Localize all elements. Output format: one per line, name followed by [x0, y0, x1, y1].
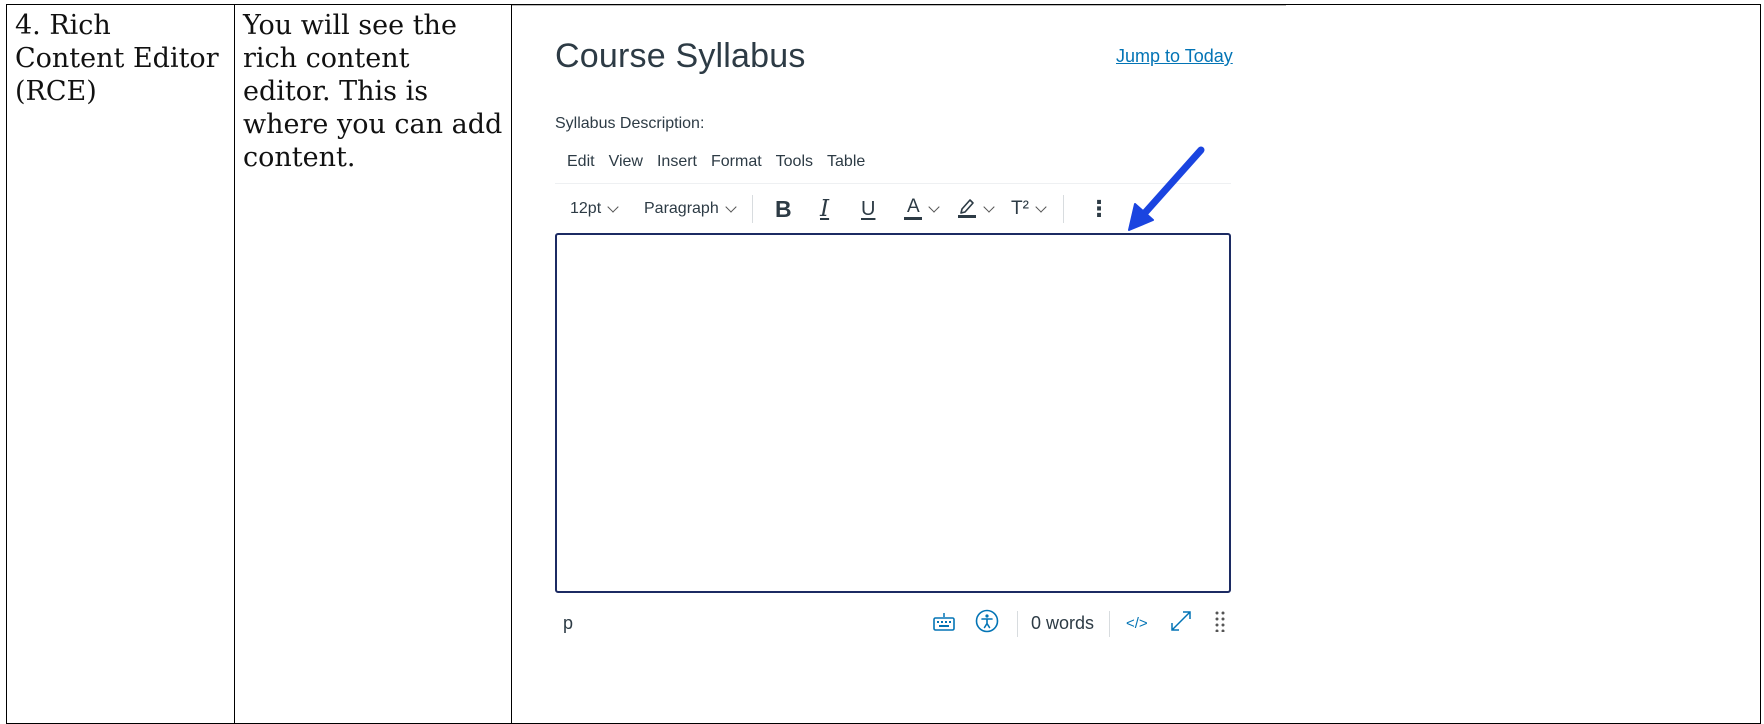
chevron-down-icon	[1035, 200, 1047, 213]
editor-toolbar: 12pt Paragraph B I U A T² ⋮	[555, 189, 1231, 229]
expand-icon	[1169, 609, 1193, 638]
menu-format[interactable]: Format	[704, 149, 769, 175]
page-title: Course Syllabus	[555, 37, 806, 75]
code-icon: </>	[1126, 614, 1148, 632]
highlight-color-button[interactable]	[957, 195, 995, 224]
menu-view[interactable]: View	[602, 149, 650, 175]
screenshot-cell: Course Syllabus Jump to Today Syllabus D…	[511, 4, 1761, 724]
word-count-label: 0 words	[1031, 612, 1095, 633]
more-vertical-icon: ⋮	[1088, 196, 1110, 221]
fullscreen-button[interactable]	[1169, 605, 1193, 641]
editor-statusbar: p 0 words </>	[555, 605, 1231, 641]
step-label: 4. Rich Content Editor (RCE)	[15, 10, 219, 107]
italic-icon: I	[820, 196, 830, 222]
text-color-button[interactable]: A	[904, 195, 940, 223]
bold-icon: B	[775, 195, 792, 222]
rich-content-editor-area[interactable]	[555, 233, 1231, 593]
drag-handle-icon	[1214, 610, 1226, 637]
superscript-button[interactable]: T²	[1011, 195, 1047, 223]
statusbar-divider	[1017, 611, 1018, 637]
rce-screenshot: Course Syllabus Jump to Today Syllabus D…	[512, 5, 1760, 723]
menu-edit[interactable]: Edit	[555, 149, 602, 175]
menu-insert[interactable]: Insert	[650, 149, 704, 175]
toolbar-divider	[752, 195, 753, 223]
underline-button[interactable]: U	[861, 195, 875, 223]
menubar-divider	[555, 183, 1231, 184]
chevron-down-icon	[928, 200, 940, 213]
element-path[interactable]: p	[563, 605, 573, 641]
more-options-button[interactable]: ⋮	[1088, 195, 1110, 223]
bold-button[interactable]: B	[775, 195, 792, 223]
step-description: You will see the rich content editor. Th…	[243, 10, 503, 173]
table-row: 4. Rich Content Editor (RCE) You will se…	[6, 4, 1761, 724]
step-cell: 4. Rich Content Editor (RCE)	[6, 4, 235, 724]
chevron-down-icon	[983, 200, 995, 213]
underline-icon: U	[861, 197, 876, 220]
statusbar-divider	[1109, 611, 1110, 637]
keyboard-icon	[932, 609, 956, 638]
block-format-dropdown[interactable]: Paragraph	[644, 195, 737, 223]
keyboard-shortcuts-button[interactable]	[932, 605, 956, 641]
accessibility-checker-button[interactable]	[975, 605, 999, 641]
block-format-value: Paragraph	[644, 200, 719, 217]
text-color-icon: A	[904, 196, 922, 221]
chevron-down-icon	[607, 200, 619, 213]
font-size-value: 12pt	[570, 200, 602, 217]
toolbar-divider	[1063, 195, 1064, 223]
syllabus-description-label: Syllabus Description:	[555, 115, 705, 132]
accessibility-icon	[975, 609, 999, 638]
resize-handle[interactable]	[1214, 605, 1226, 641]
font-size-dropdown[interactable]: 12pt	[570, 195, 619, 223]
superscript-icon: T²	[1011, 198, 1029, 219]
menu-tools[interactable]: Tools	[769, 149, 820, 175]
menu-table[interactable]: Table	[820, 149, 872, 175]
description-cell: You will see the rich content editor. Th…	[234, 4, 512, 724]
chevron-down-icon	[725, 200, 737, 213]
instruction-table: 4. Rich Content Editor (RCE) You will se…	[6, 4, 1761, 724]
editor-menubar: Edit View Insert Format Tools Table	[555, 149, 872, 175]
jump-to-today-link[interactable]: Jump to Today	[1116, 46, 1233, 67]
italic-button[interactable]: I	[820, 195, 829, 223]
html-editor-toggle[interactable]: </>	[1126, 605, 1148, 641]
word-count[interactable]: 0 words	[1031, 605, 1094, 641]
screenshot-top-edge	[512, 5, 1286, 6]
highlighter-icon	[957, 195, 977, 224]
element-path-label: p	[563, 612, 574, 633]
